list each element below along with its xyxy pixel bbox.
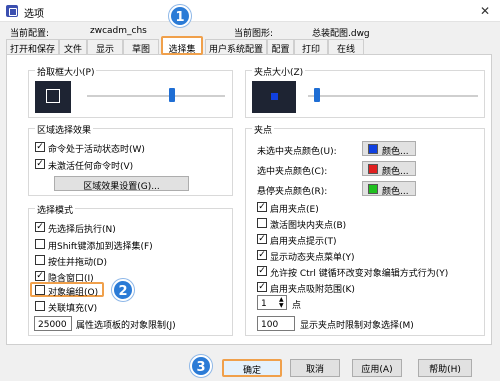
object-grouping-checkbox[interactable] (35, 285, 45, 295)
step-marker-1: 1 (169, 5, 191, 27)
enable-grips-label: 启用夹点(E) (270, 205, 319, 215)
grips-title: 夹点 (252, 123, 275, 136)
object-limit-label: 属性选项板的对象限制(J) (76, 321, 176, 331)
grip-snap-unit: 点 (292, 301, 302, 311)
pickbox-slider-thumb[interactable] (169, 88, 175, 102)
tab-open-save[interactable]: 打开和保存 (6, 39, 59, 55)
active-command-checkbox[interactable] (35, 142, 45, 152)
enable-grips-checkbox[interactable] (257, 202, 267, 212)
active-command-label: 命令处于活动状态时(W) (48, 145, 145, 155)
no-command-label: 未激活任何命令时(V) (48, 162, 134, 172)
shift-add-checkbox[interactable] (35, 239, 45, 249)
green-swatch-icon (368, 184, 378, 194)
step-marker-3: 3 (190, 355, 212, 377)
hover-grip-color-button[interactable]: 颜色... (362, 181, 416, 197)
help-button[interactable]: 帮助(H) (418, 359, 472, 377)
selected-grip-color-button[interactable]: 颜色... (362, 161, 416, 177)
tab-display[interactable]: 显示 (87, 39, 123, 55)
grip-snap-range-label: 启用夹点吸附范围(K) (270, 285, 355, 295)
grip-snap-range-checkbox[interactable] (257, 282, 267, 292)
hover-grip-color-label: 悬停夹点颜色(R): (257, 187, 328, 197)
selection-effect-title: 区域选择效果 (35, 123, 94, 136)
ctrl-cycle-label: 允许按 Ctrl 键循环改变对象编辑方式行为(Y) (270, 269, 449, 279)
area-effect-settings-button[interactable]: 区域效果设置(G)... (54, 176, 189, 192)
red-swatch-icon (368, 164, 378, 174)
ok-button[interactable]: 确定 (222, 359, 282, 377)
object-limit-input[interactable]: 25000 (34, 316, 72, 331)
grip-snap-range-value: 1 (261, 299, 267, 309)
associative-hatch-label: 关联填充(V) (48, 304, 98, 314)
block-grips-checkbox[interactable] (257, 218, 267, 228)
pickbox-slider-track[interactable] (87, 95, 225, 97)
shift-add-label: 用Shift键添加到选择集(F) (48, 242, 153, 252)
grip-size-preview (252, 81, 296, 113)
tab-online[interactable]: 在线 (328, 39, 364, 55)
selection-mode-title: 选择模式 (35, 203, 76, 216)
apply-button[interactable]: 应用(A) (352, 359, 402, 377)
grip-tips-label: 启用夹点提示(T) (270, 237, 337, 247)
current-drawing-value: 总装配图.dwg (312, 29, 370, 39)
ctrl-cycle-checkbox[interactable] (257, 266, 267, 276)
unselected-grip-color-button[interactable]: 颜色... (362, 141, 416, 157)
current-drawing-label: 当前图形: (234, 29, 274, 39)
grip-size-title: 夹点大小(Z) (252, 65, 306, 78)
noun-verb-label: 先选择后执行(N) (48, 225, 116, 235)
blue-swatch-icon (368, 144, 378, 154)
pickbox-preview (35, 81, 71, 113)
tab-profiles[interactable]: 配置 (267, 39, 294, 55)
no-command-checkbox[interactable] (35, 159, 45, 169)
app-icon (6, 5, 18, 17)
dynamic-grip-menu-label: 显示动态夹点菜单(Y) (270, 253, 355, 263)
associative-hatch-checkbox[interactable] (35, 301, 45, 311)
pickbox-square-icon (46, 89, 60, 103)
press-drag-checkbox[interactable] (35, 255, 45, 265)
title-bar: 选项 ✕ (0, 0, 500, 22)
dynamic-grip-menu-checkbox[interactable] (257, 250, 267, 260)
unselected-grip-color-name: 颜色... (382, 147, 409, 157)
noun-verb-checkbox[interactable] (35, 222, 45, 232)
current-config-value: zwcadm_chs (90, 26, 147, 36)
close-icon[interactable]: ✕ (480, 4, 490, 18)
cancel-button[interactable]: 取消 (290, 359, 340, 377)
tab-selection[interactable]: 选择集 (161, 36, 203, 55)
tab-files[interactable]: 文件 (59, 39, 87, 55)
implied-window-checkbox[interactable] (35, 271, 45, 281)
grip-square-icon (271, 93, 278, 100)
pickbox-title: 拾取框大小(P) (35, 65, 97, 78)
hover-grip-color-name: 颜色... (382, 187, 409, 197)
tab-user-preferences[interactable]: 用户系统配置 (205, 39, 267, 55)
block-grips-label: 激活图块内夹点(B) (270, 221, 347, 231)
unselected-grip-color-label: 未选中夹点颜色(U): (257, 147, 337, 157)
grip-size-slider-track[interactable] (308, 95, 478, 97)
pickbox-group: 拾取框大小(P) (28, 65, 233, 118)
press-drag-label: 按住并拖动(D) (48, 258, 107, 268)
selected-grip-color-label: 选中夹点颜色(C): (257, 167, 328, 177)
grip-size-group: 夹点大小(Z) (245, 65, 485, 118)
grip-object-limit-label: 显示夹点时限制对象选择(M) (300, 321, 414, 331)
selected-grip-color-name: 颜色... (382, 167, 409, 177)
stepper-down-icon[interactable]: ▼ (279, 303, 284, 309)
current-config-label: 当前配置: (10, 29, 50, 39)
step-marker-2: 2 (112, 279, 134, 301)
tab-drafting[interactable]: 草图 (123, 39, 159, 55)
grip-size-slider-thumb[interactable] (314, 88, 320, 102)
grip-snap-range-stepper[interactable]: 1 ▲ ▼ (257, 295, 287, 310)
grip-tips-checkbox[interactable] (257, 234, 267, 244)
tab-plot[interactable]: 打印 (294, 39, 328, 55)
window-title: 选项 (24, 9, 44, 20)
object-grouping-label: 对象编组(O) (48, 288, 99, 298)
grip-object-limit-input[interactable]: 100 (257, 316, 295, 331)
